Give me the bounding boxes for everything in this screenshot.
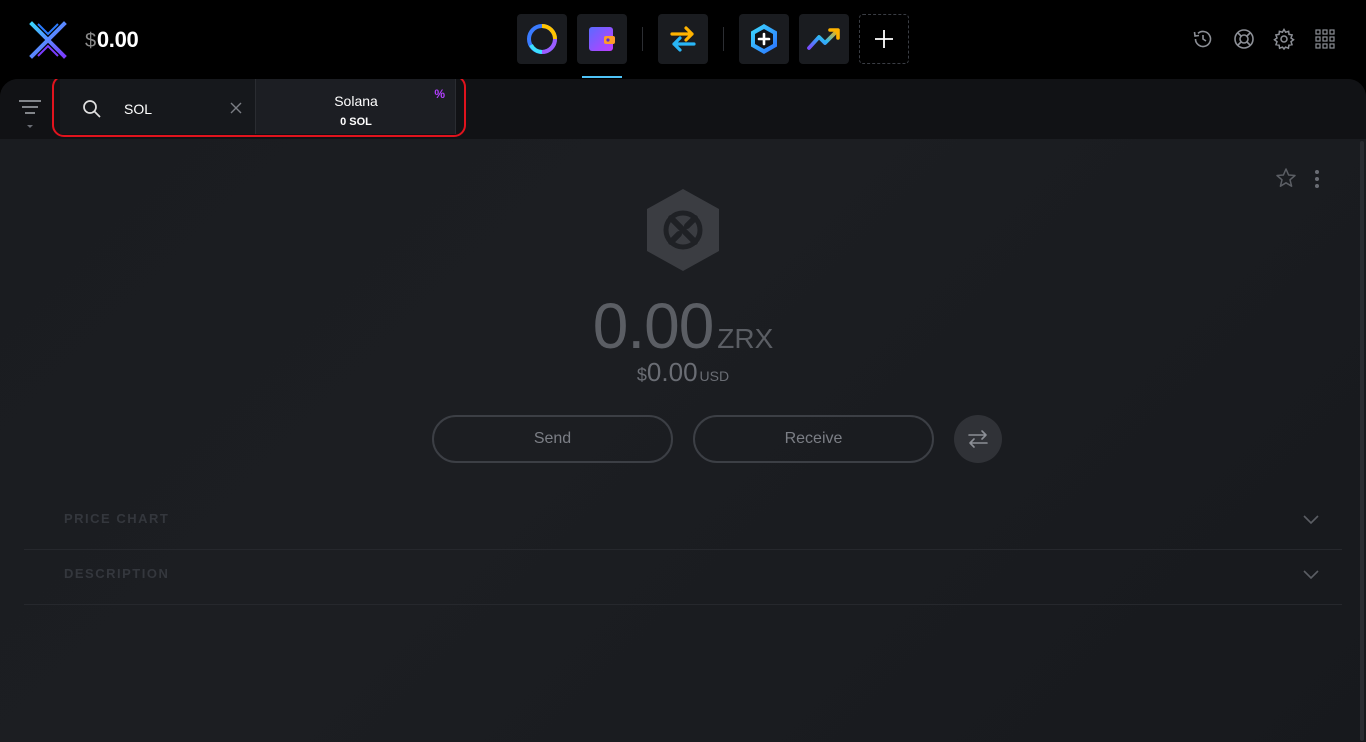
- apps-grid-icon[interactable]: [1313, 27, 1337, 51]
- send-button[interactable]: Send: [432, 415, 673, 463]
- exchange-app-icon[interactable]: [658, 14, 708, 64]
- add-new-app-icon[interactable]: [859, 14, 909, 64]
- swap-button[interactable]: [954, 415, 1002, 463]
- chevron-down-icon: [1302, 567, 1320, 585]
- top-bar: $0.00: [0, 0, 1366, 80]
- staking-badge: %: [434, 87, 445, 101]
- exodus-logo-icon[interactable]: [28, 20, 68, 60]
- receive-button[interactable]: Receive: [693, 415, 934, 463]
- balance-value: 0.00: [96, 27, 139, 52]
- active-app-indicator: [582, 76, 622, 78]
- asset-tile-solana[interactable]: Solana 0 SOL %: [256, 79, 456, 134]
- asset-balance: 0.00 ZRX: [0, 289, 1366, 363]
- chevron-down-icon: [1302, 512, 1320, 530]
- divider: [723, 27, 724, 51]
- history-icon[interactable]: [1191, 27, 1215, 51]
- usd-amount: 0.00: [646, 357, 698, 387]
- scrollbar[interactable]: [1360, 141, 1364, 741]
- search-icon: [82, 99, 102, 124]
- clear-search-icon[interactable]: [230, 101, 242, 119]
- asset-usd-value: $0.00 USD: [0, 357, 1366, 388]
- support-icon[interactable]: [1232, 27, 1256, 51]
- asset-tile-name: Solana: [334, 93, 378, 109]
- total-balance: $0.00: [85, 27, 139, 53]
- usd-unit: USD: [699, 368, 730, 384]
- asset-search-box: [60, 79, 256, 134]
- price-chart-section[interactable]: PRICE CHART: [24, 495, 1342, 550]
- usd-symbol: $: [636, 365, 647, 385]
- favorite-star-icon[interactable]: [1275, 167, 1297, 194]
- description-label: DESCRIPTION: [64, 566, 170, 581]
- balance-currency-symbol: $: [85, 30, 96, 52]
- add-app-icon[interactable]: [739, 14, 789, 64]
- zrx-coin-icon: [643, 187, 723, 278]
- price-chart-label: PRICE CHART: [64, 511, 170, 526]
- search-input[interactable]: [122, 99, 232, 119]
- settings-icon[interactable]: [1272, 27, 1296, 51]
- portfolio-app-icon[interactable]: [517, 14, 567, 64]
- filter-icon[interactable]: [16, 97, 44, 133]
- swap-icon: [968, 430, 988, 448]
- more-options-icon[interactable]: [1314, 169, 1320, 194]
- asset-ticker: ZRX: [717, 323, 774, 354]
- asset-detail: 0.00 ZRX $0.00 USD Send Receive PRICE CHAR…: [0, 139, 1366, 742]
- wallet-app-icon[interactable]: [577, 14, 627, 64]
- asset-list-bar: Solana 0 SOL %: [0, 79, 1366, 139]
- asset-tile-amount: 0 SOL: [340, 116, 372, 128]
- asset-balance-value: 0.00: [592, 290, 715, 362]
- wallet-panel: Solana 0 SOL % 0.00ZRX: [0, 79, 1366, 742]
- trending-app-icon[interactable]: [799, 14, 849, 64]
- description-section[interactable]: DESCRIPTION: [24, 550, 1342, 605]
- divider: [642, 27, 643, 51]
